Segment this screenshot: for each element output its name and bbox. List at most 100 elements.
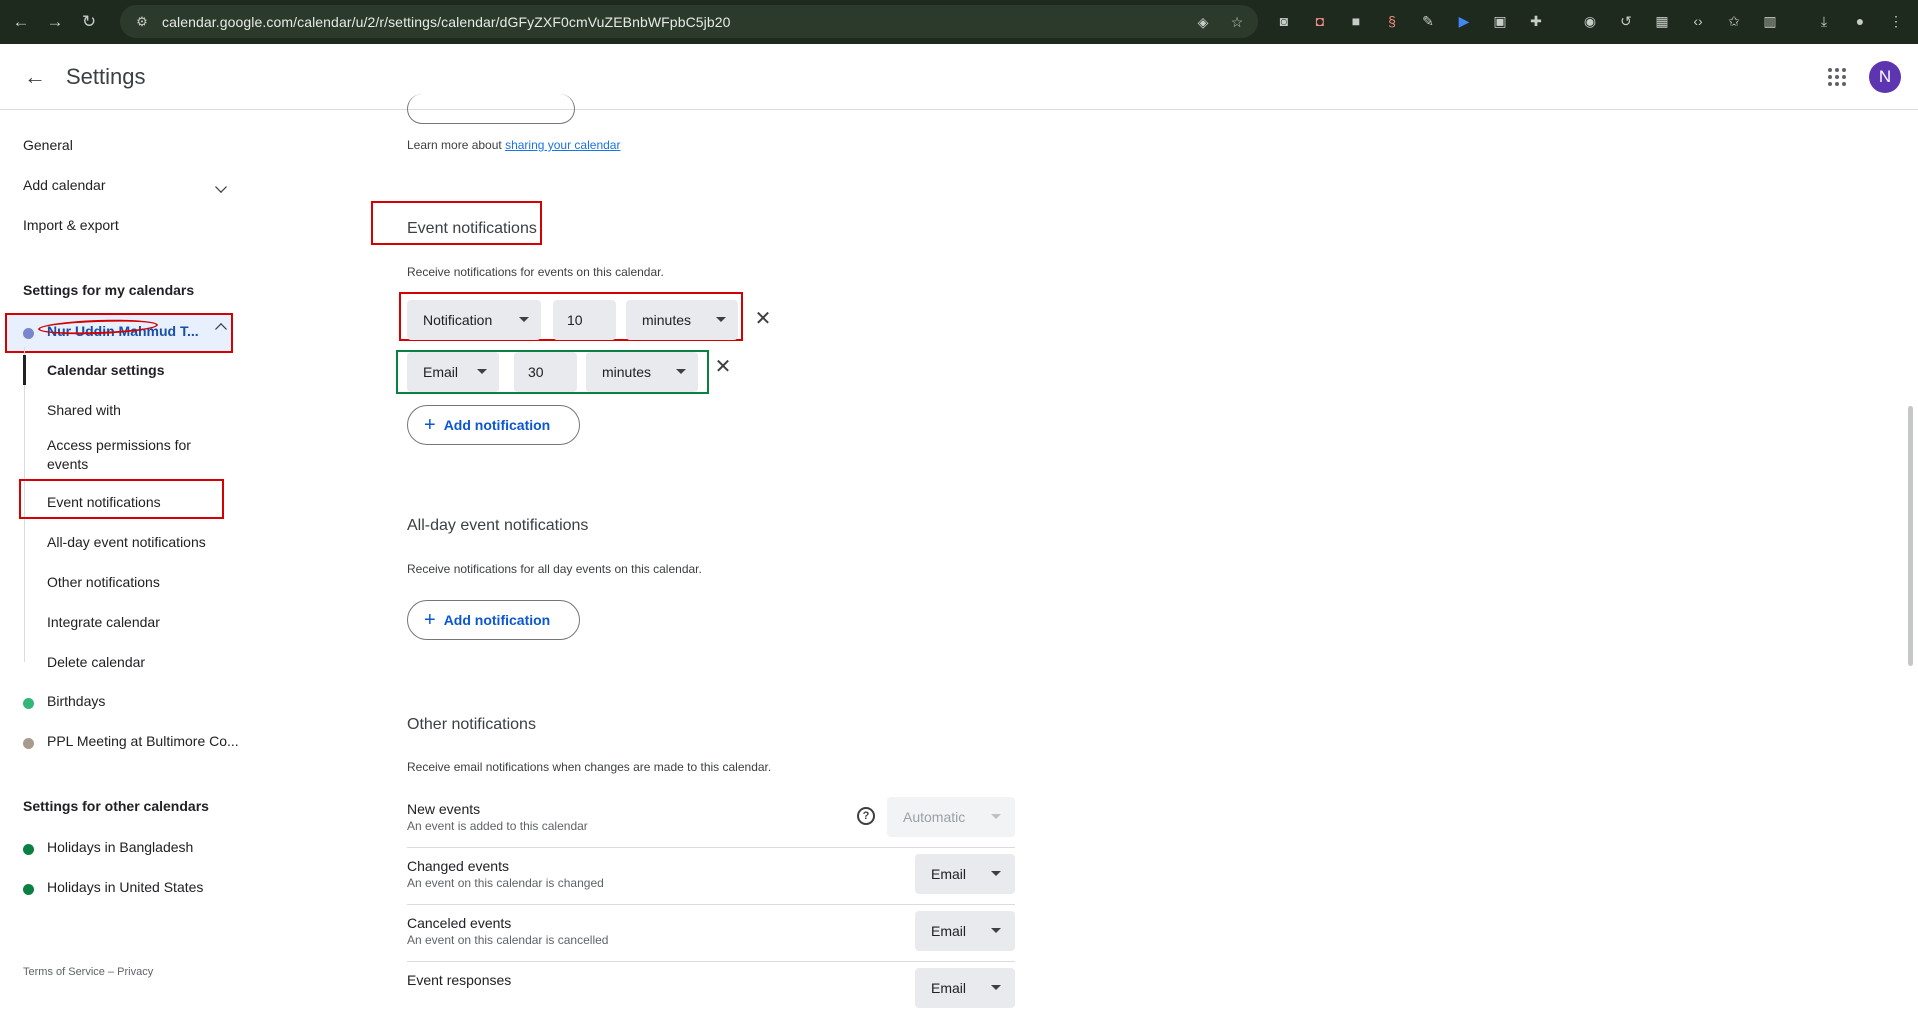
sidebar-calendar-holidays-us[interactable]: Holidays in United States xyxy=(47,879,203,895)
allday-notifications-title: All-day event notifications xyxy=(407,517,589,534)
app-header: ← Settings N xyxy=(0,44,1918,110)
extensions-puzzle-icon[interactable]: ✚ xyxy=(1526,11,1546,31)
footer-links[interactable]: Terms of Service – Privacy xyxy=(23,966,153,978)
browser-reload-icon[interactable]: ↻ xyxy=(76,9,102,35)
sidebar-item-access-permissions[interactable]: Access permissions for events xyxy=(47,436,197,474)
dropdown-caret-icon xyxy=(991,928,1001,933)
calendar-color-dot xyxy=(23,844,34,855)
allday-notifications-desc: Receive notifications for all day events… xyxy=(407,562,702,576)
sidebar-item-add-calendar[interactable]: Add calendar xyxy=(23,177,106,193)
remove-notification-icon[interactable]: ✕ xyxy=(753,308,773,330)
chevron-down-icon[interactable] xyxy=(215,181,227,193)
other-notification-row: Canceled events An event on this calenda… xyxy=(407,905,1015,962)
email-amount-input[interactable]: 30 xyxy=(514,352,577,392)
notification-unit-select[interactable]: minutes xyxy=(626,300,738,340)
site-info-icon[interactable]: ⚙ xyxy=(134,14,150,30)
row-title: Canceled events xyxy=(407,915,512,931)
row-title: Event responses xyxy=(407,972,512,988)
page-scrollbar[interactable] xyxy=(1908,406,1913,666)
dropdown-caret-icon xyxy=(991,871,1001,876)
email-unit-select[interactable]: minutes xyxy=(586,352,698,392)
my-calendars-heading: Settings for my calendars xyxy=(23,282,195,298)
browser-back-icon[interactable]: ← xyxy=(8,9,34,35)
other-notification-row: New events An event is added to this cal… xyxy=(407,791,1015,848)
event-responses-value: Email xyxy=(931,980,967,996)
location-icon[interactable]: ◉ xyxy=(1580,11,1600,31)
add-allday-notification-button[interactable]: + Add notification xyxy=(407,600,580,640)
download-icon[interactable]: ⤓ xyxy=(1814,11,1834,31)
add-allday-notification-label: Add notification xyxy=(443,612,551,628)
code-icon[interactable]: ‹› xyxy=(1688,11,1708,31)
learn-more-prefix: Learn more about xyxy=(407,138,506,152)
other-notifications-desc: Receive email notifications when changes… xyxy=(407,760,772,774)
sidebar-item-allday-notifications[interactable]: All-day event notifications xyxy=(47,533,206,552)
changed-events-value: Email xyxy=(931,866,967,882)
other-calendars-heading: Settings for other calendars xyxy=(23,798,209,814)
browser-toolbar: ← → ↻ ⚙ calendar.google.com/calendar/u/2… xyxy=(0,0,1918,44)
sidebar-item-calendar-settings[interactable]: Calendar settings xyxy=(47,361,164,380)
sidepanel-icon[interactable]: ▦ xyxy=(1652,11,1672,31)
s-extension-icon[interactable]: § xyxy=(1382,11,1402,31)
profile-icon[interactable]: ● xyxy=(1850,11,1870,31)
sidebar-item-other-notifications[interactable]: Other notifications xyxy=(47,573,160,592)
canceled-events-select[interactable]: Email xyxy=(915,911,1015,951)
canceled-events-value: Email xyxy=(931,923,967,939)
active-indicator xyxy=(23,355,26,385)
bookmark-star-icon[interactable]: ☆ xyxy=(1228,13,1246,31)
bing-extension-icon[interactable]: ▶ xyxy=(1454,11,1474,31)
row-subtitle: An event is added to this calendar xyxy=(407,819,588,833)
address-url: calendar.google.com/calendar/u/2/r/setti… xyxy=(162,13,731,30)
settings-content: Learn more about sharing your calendar E… xyxy=(250,94,1918,1008)
camera-extension-icon[interactable]: ◙ xyxy=(1274,11,1294,31)
sharing-calendar-link[interactable]: sharing your calendar xyxy=(505,138,620,152)
sidebar-item-shared-with[interactable]: Shared with xyxy=(47,401,121,420)
trash-icon[interactable]: ▥ xyxy=(1760,11,1780,31)
notification-type-select[interactable]: Notification xyxy=(407,300,541,340)
menu-dots-icon[interactable]: ⋮ xyxy=(1886,11,1906,31)
row-subtitle: An event on this calendar is cancelled xyxy=(407,933,609,947)
new-events-value: Automatic xyxy=(903,809,966,825)
partial-button-outline[interactable] xyxy=(407,94,575,124)
email-type-value: Email xyxy=(423,364,459,380)
sidebar-item-import-export[interactable]: Import & export xyxy=(23,217,119,233)
back-arrow-icon[interactable]: ← xyxy=(22,64,48,90)
square-extension-icon[interactable]: ■ xyxy=(1346,11,1366,31)
help-icon[interactable]: ? xyxy=(857,807,875,825)
other-notifications-title: Other notifications xyxy=(407,716,536,733)
add-event-notification-button[interactable]: + Add notification xyxy=(407,405,580,445)
event-notifications-desc: Receive notifications for events on this… xyxy=(407,265,664,279)
history-icon[interactable]: ↺ xyxy=(1616,11,1636,31)
address-bar[interactable]: ⚙ calendar.google.com/calendar/u/2/r/set… xyxy=(120,5,1258,38)
remove-email-icon[interactable]: ✕ xyxy=(713,356,733,378)
event-responses-select[interactable]: Email xyxy=(915,968,1015,1008)
red-extension-icon[interactable]: ◘ xyxy=(1310,11,1330,31)
sidebar-calendar-holidays-bangladesh[interactable]: Holidays in Bangladesh xyxy=(47,839,193,855)
other-notification-row: Changed events An event on this calendar… xyxy=(407,848,1015,905)
add-event-notification-label: Add notification xyxy=(443,417,551,433)
sidebar-item-delete-calendar[interactable]: Delete calendar xyxy=(47,653,145,672)
plus-icon: + xyxy=(424,413,436,436)
apps-grid-icon[interactable] xyxy=(1826,66,1848,88)
lens-icon[interactable]: ◈ xyxy=(1194,13,1212,31)
annotation-box-event-notifications-nav xyxy=(19,479,224,519)
email-type-select[interactable]: Email xyxy=(407,352,499,392)
plus-icon: + xyxy=(424,608,436,631)
translate-extension-icon[interactable]: ▣ xyxy=(1490,11,1510,31)
avatar[interactable]: N xyxy=(1869,61,1901,93)
browser-forward-icon[interactable]: → xyxy=(42,9,68,35)
changed-events-select[interactable]: Email xyxy=(915,854,1015,894)
page-title: Settings xyxy=(66,64,146,89)
dropdown-caret-icon xyxy=(991,814,1001,819)
row-title: Changed events xyxy=(407,858,509,874)
dropdown-caret-icon xyxy=(676,369,686,374)
leaf-extension-icon[interactable]: ✎ xyxy=(1418,11,1438,31)
sidebar-calendar-birthdays[interactable]: Birthdays xyxy=(47,693,105,709)
sidebar-item-general[interactable]: General xyxy=(23,137,73,153)
sidebar-item-integrate-calendar[interactable]: Integrate calendar xyxy=(47,613,160,632)
dropdown-caret-icon xyxy=(477,369,487,374)
event-notifications-title: Event notifications xyxy=(407,220,537,237)
sidebar-calendar-ppl-meeting[interactable]: PPL Meeting at Bultimore Co... xyxy=(47,733,239,749)
favorites-icon[interactable]: ✩ xyxy=(1724,11,1744,31)
dropdown-caret-icon xyxy=(716,317,726,322)
notification-amount-input[interactable]: 10 xyxy=(553,300,616,340)
